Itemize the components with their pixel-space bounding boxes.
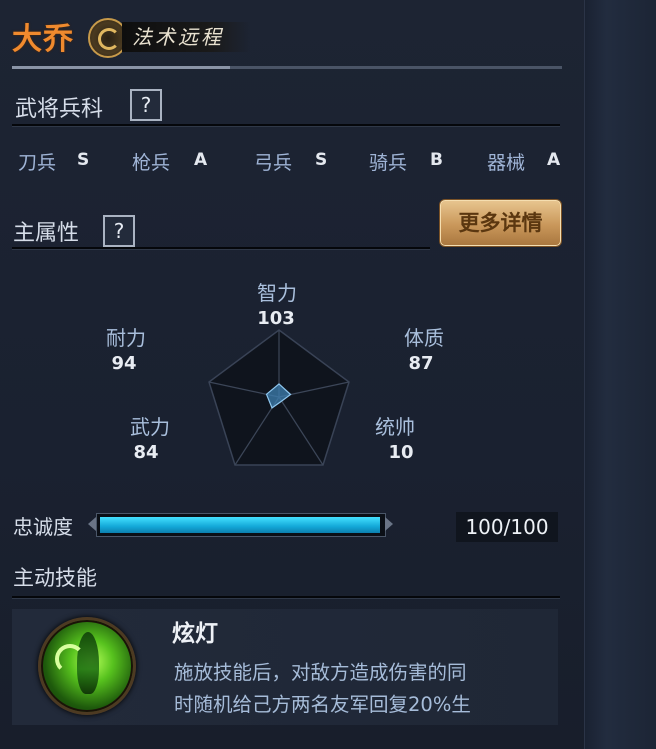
stat-value-command: 10 (388, 442, 414, 463)
loyalty-label: 忠诚度 (13, 515, 73, 539)
loyalty-value: 100/100 (456, 512, 558, 542)
troop-section-title: 武将兵科 (15, 97, 104, 122)
attributes-section-title: 主属性 (13, 221, 80, 246)
troop-label-blade: 刀兵 (18, 152, 57, 174)
troop-divider (12, 124, 560, 126)
stat-value-constitution: 87 (408, 353, 434, 374)
troop-grade-bow: S (315, 150, 328, 170)
loyalty-bar-fill (100, 517, 380, 533)
attribute-radar-chart (208, 329, 350, 466)
stat-label-force: 武力 (130, 415, 170, 439)
loyalty-cap-right (385, 517, 393, 531)
stat-label-command: 统帅 (375, 415, 415, 439)
title-divider (12, 66, 562, 69)
loyalty-cap-left (88, 517, 96, 531)
skill-description: 施放技能后，对敌方造成伤害的同 时随机给己方两名友军回复20%生 (174, 661, 471, 716)
troop-label-cavalry: 骑兵 (369, 152, 408, 174)
stat-label-constitution: 体质 (404, 326, 444, 350)
skill-lantern-icon[interactable] (38, 617, 136, 715)
loyalty-bar (96, 513, 386, 537)
troop-grade-cavalry: B (430, 150, 443, 170)
troop-help-button[interactable]: ? (130, 89, 162, 121)
troop-label-bow: 弓兵 (254, 152, 293, 174)
attributes-divider (12, 247, 430, 249)
attributes-help-button[interactable]: ? (103, 215, 135, 247)
troop-grade-siege: A (547, 150, 561, 170)
troop-label-spear: 枪兵 (132, 152, 171, 174)
side-strip (584, 0, 656, 749)
more-details-button[interactable]: 更多详情 (439, 199, 562, 247)
troop-label-siege: 器械 (487, 152, 526, 174)
hero-class-label: 法术远程 (122, 22, 250, 52)
active-skill-divider (12, 596, 560, 598)
hero-name: 大乔 (12, 22, 74, 57)
troop-grade-spear: A (194, 150, 208, 170)
troop-grade-blade: S (77, 150, 90, 170)
stat-value-force: 84 (133, 442, 159, 463)
active-skill-section-title: 主动技能 (13, 566, 97, 590)
skill-name: 炫灯 (172, 621, 218, 647)
stat-label-endurance: 耐力 (106, 326, 146, 350)
stat-label-intelligence: 智力 (257, 281, 297, 305)
stat-value-endurance: 94 (111, 353, 137, 374)
